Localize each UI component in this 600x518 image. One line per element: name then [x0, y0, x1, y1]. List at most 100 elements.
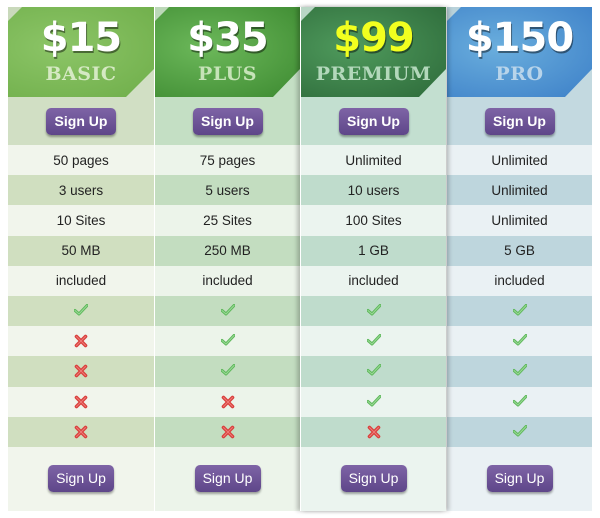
check-icon [512, 364, 527, 378]
plan-name: BASIC [45, 63, 117, 85]
plan-header-wrap: $150 PRO [447, 7, 592, 97]
feature-value: 50 pages [53, 152, 109, 168]
feature-row [301, 356, 446, 387]
feature-row [155, 295, 300, 327]
cross-icon [74, 364, 88, 378]
feature-value: 75 pages [199, 152, 256, 168]
feature-row [447, 326, 592, 357]
feature-value: 100 Sites [345, 212, 402, 228]
feature-value: 50 MB [61, 243, 101, 259]
check-icon [512, 304, 527, 318]
feature-row [8, 356, 154, 387]
check-icon [366, 304, 381, 318]
feature-row [301, 416, 446, 447]
feature-row [301, 295, 446, 327]
feature-value: 1 GB [358, 243, 389, 259]
feature-row: 25 Sites [155, 205, 300, 236]
plan-column-premium: $99 PREMIUM Sign Up Unlimited 10 users 100 Si… [300, 7, 446, 511]
feature-row: 100 Sites [301, 205, 446, 236]
feature-row: Unlimited [447, 205, 592, 236]
feature-row [447, 416, 592, 447]
cross-icon [367, 425, 381, 439]
pricing-table: $15 BASIC Sign Up 50 pages 3 users 10 Sites 50… [8, 7, 592, 511]
feature-row: included [8, 265, 154, 296]
cross-icon [74, 395, 88, 409]
plan-column-pro: $150 PRO Sign Up Unlimited Unlimited Unlimite… [446, 7, 592, 511]
cross-icon [74, 334, 88, 348]
feature-row: Unlimited [301, 145, 446, 176]
signup-row-bottom: Sign Up [301, 446, 446, 511]
plan-header-wrap: $99 PREMIUM [301, 7, 446, 97]
signup-button-premium-top[interactable]: Sign Up [338, 107, 409, 135]
signup-button-basic-bottom[interactable]: Sign Up [48, 465, 114, 493]
feature-row: 50 pages [8, 145, 154, 176]
feature-row: 5 GB [447, 235, 592, 266]
check-icon [512, 424, 527, 439]
feature-row [155, 416, 300, 447]
check-icon [73, 304, 89, 318]
feature-row: 3 users [8, 175, 154, 206]
check-icon [366, 394, 381, 409]
feature-value: 250 MB [204, 243, 251, 259]
plan-price: $99 [333, 15, 415, 61]
feature-value: Unlimited [491, 182, 548, 198]
plan-price: $150 [465, 15, 574, 61]
feature-value: included [202, 273, 253, 289]
plan-name: PLUS [198, 63, 257, 85]
plan-column-plus: $35 PLUS Sign Up 75 pages 5 users 25 Sites 250… [154, 7, 300, 511]
cross-icon [221, 425, 235, 439]
feature-row: 250 MB [155, 235, 300, 266]
feature-value: Unlimited [491, 152, 548, 168]
signup-button-plus-bottom[interactable]: Sign Up [194, 465, 261, 493]
feature-row: 5 users [155, 175, 300, 206]
signup-row-top: Sign Up [8, 97, 154, 145]
check-icon [512, 394, 527, 409]
feature-value: included [348, 273, 399, 289]
check-icon [220, 364, 235, 378]
feature-row [8, 386, 154, 417]
signup-row-bottom: Sign Up [447, 446, 592, 511]
feature-row: 10 Sites [8, 205, 154, 236]
feature-value: 5 users [205, 182, 250, 198]
feature-value: 10 users [347, 182, 400, 198]
feature-value: 25 Sites [203, 212, 252, 228]
feature-row [447, 295, 592, 327]
feature-value: 10 Sites [56, 212, 106, 228]
signup-row-top: Sign Up [301, 97, 446, 145]
feature-row [155, 386, 300, 417]
plan-header: $99 PREMIUM [301, 7, 446, 97]
feature-value: Unlimited [491, 212, 548, 228]
feature-row [8, 295, 154, 327]
feature-value: included [55, 273, 107, 289]
plan-header: $15 BASIC [8, 7, 154, 97]
feature-row [155, 356, 300, 387]
feature-value: Unlimited [345, 152, 402, 168]
feature-row [301, 386, 446, 417]
feature-row [8, 416, 154, 447]
check-icon [512, 334, 527, 348]
plan-header: $150 PRO [447, 7, 592, 97]
feature-row [8, 326, 154, 357]
signup-button-premium-bottom[interactable]: Sign Up [340, 465, 407, 493]
signup-row-bottom: Sign Up [155, 446, 300, 511]
check-icon [220, 304, 235, 318]
check-icon [366, 364, 381, 378]
plan-header: $35 PLUS [155, 7, 300, 97]
plan-name: PRO [495, 63, 544, 85]
signup-button-pro-top[interactable]: Sign Up [484, 107, 555, 135]
signup-row-bottom: Sign Up [8, 446, 154, 511]
check-icon [366, 334, 381, 348]
signup-row-top: Sign Up [155, 97, 300, 145]
plan-header-wrap: $15 BASIC [8, 7, 154, 97]
feature-row: Unlimited [447, 175, 592, 206]
signup-button-plus-top[interactable]: Sign Up [192, 107, 263, 135]
feature-row: 10 users [301, 175, 446, 206]
feature-row [301, 326, 446, 357]
feature-row: included [155, 265, 300, 296]
plan-column-basic: $15 BASIC Sign Up 50 pages 3 users 10 Sites 50… [8, 7, 154, 511]
cross-icon [221, 395, 235, 409]
signup-button-pro-bottom[interactable]: Sign Up [486, 465, 553, 493]
signup-button-basic-top[interactable]: Sign Up [46, 107, 116, 135]
plan-price: $15 [40, 15, 123, 61]
feature-row: Unlimited [447, 145, 592, 176]
